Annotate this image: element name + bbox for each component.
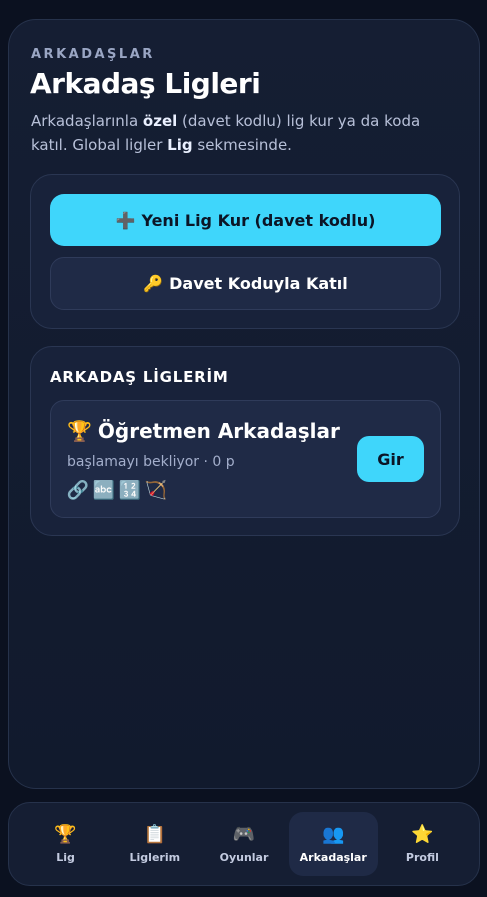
trophy-icon: 🏆 [54,823,77,845]
join-with-code-label: Davet Koduyla Katıl [169,274,348,293]
page-title: Arkadaş Ligleri [30,67,261,100]
my-friend-leagues-title: ARKADAŞ LİGLERİM [50,368,229,386]
nav-label: Arkadaşlar [299,850,367,864]
league-status: başlamayı bekliyor · 0 p [67,454,235,470]
nav-label: Lig [56,850,75,864]
description-bold-league: Lig [167,136,193,154]
nav-label: Oyunlar [219,850,269,864]
gamepad-icon: 🎮 [232,823,256,845]
nav-item-friends[interactable]: 👥 Arkadaşlar [288,812,378,876]
create-league-button[interactable]: ➕ Yeni Lig Kur (davet kodlu) [50,194,441,246]
bow-arrow-icon: 🏹 [144,479,168,501]
nav-label: Liglerim [129,850,181,864]
numbers-icon: 🔢 [118,479,142,501]
create-league-label: Yeni Lig Kur (davet kodlu) [141,210,376,230]
list-item: 🏆 Öğretmen Arkadaşlar başlamayı bekliyor… [50,400,441,518]
key-icon: 🔑 [143,274,164,293]
clipboard-icon: 📋 [143,823,167,845]
enter-league-button[interactable]: Gir [357,436,424,482]
section-eyebrow: ARKADAŞLAR [31,47,155,62]
league-actions-card: ➕ Yeni Lig Kur (davet kodlu) 🔑 Davet Kod… [30,174,460,329]
letters-icon: 🔤 [92,479,116,501]
friends-panel: ARKADAŞLAR Arkadaş Ligleri Arkadaşlarınl… [8,19,480,789]
description-bold-private: özel [142,112,178,130]
description-text-1: Arkadaşlarınla [31,112,143,130]
league-mode-badges: 🔗 🔤 🔢 🏹 [67,479,167,501]
page-description: Arkadaşlarınla özel (davet kodlu) lig ku… [31,109,461,157]
join-with-code-button[interactable]: 🔑 Davet Koduyla Katıl [50,257,441,310]
plus-icon: ➕ [115,210,136,230]
users-icon: 👥 [322,823,345,845]
nav-item-profile[interactable]: ⭐ Profil [378,812,467,876]
league-name-text: Öğretmen Arkadaşlar [97,419,340,443]
nav-item-league[interactable]: 🏆 Lig [21,812,110,876]
nav-item-games[interactable]: 🎮 Oyunlar [199,812,288,876]
link-icon: 🔗 [66,479,90,501]
my-friend-leagues-card: ARKADAŞ LİGLERİM 🏆 Öğretmen Arkadaşlar b… [30,346,460,536]
description-text-3: sekmesinde. [192,136,292,154]
nav-item-my-leagues[interactable]: 📋 Liglerim [110,812,199,876]
star-icon: ⭐ [411,823,434,845]
trophy-icon: 🏆 [67,419,92,443]
bottom-navigation: 🏆 Lig 📋 Liglerim 🎮 Oyunlar 👥 Arkadaşlar … [8,802,480,886]
league-name: 🏆 Öğretmen Arkadaşlar [67,419,340,443]
nav-label: Profil [405,850,439,864]
